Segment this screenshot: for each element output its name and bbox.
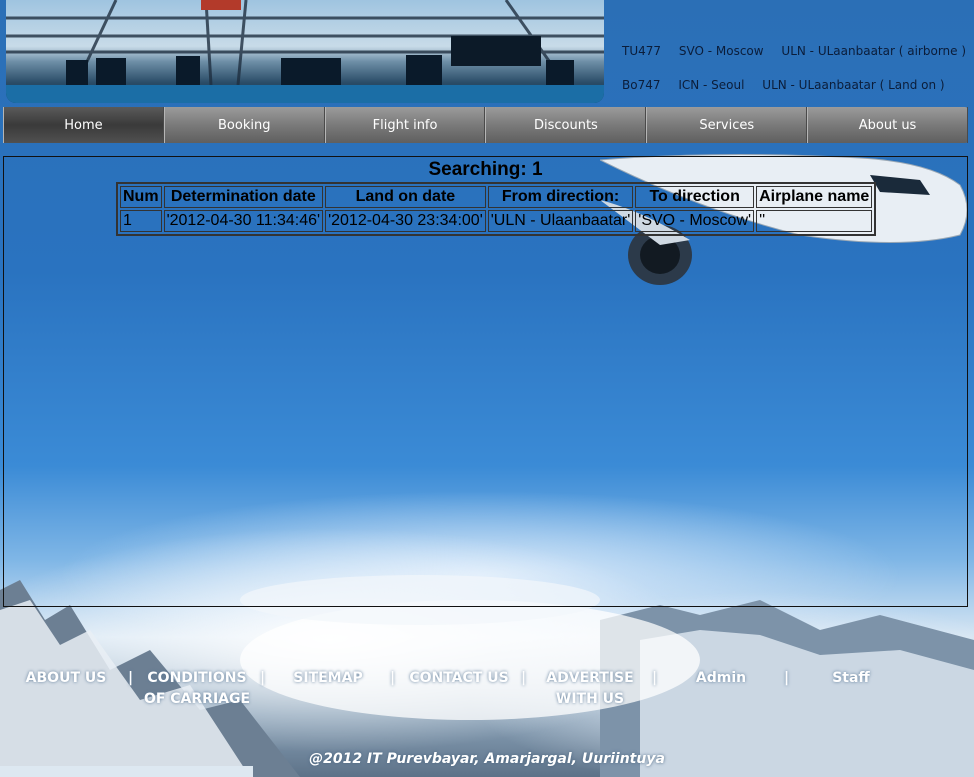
search-results-panel: Searching: 1 Num Determination date Land… [3, 156, 968, 607]
nav-booking[interactable]: Booking [163, 107, 325, 143]
column-header: Num [120, 186, 162, 208]
status-bar [0, 766, 253, 777]
footer-advertise-link[interactable]: ADVERTISE WITH US [540, 668, 640, 710]
flight-row: TU477 SVO - Moscow ULN - ULaanbaatar ( a… [622, 44, 974, 78]
column-header: Airplane name [756, 186, 873, 208]
flight-code: Bo747 [622, 78, 661, 92]
footer-separator: | [521, 670, 527, 686]
airport-photo [6, 0, 604, 103]
nav-about[interactable]: About us [807, 107, 968, 143]
footer-admin-link[interactable]: Admin [690, 668, 752, 689]
nav-discounts[interactable]: Discounts [485, 107, 647, 143]
footer-separator: | [784, 670, 790, 686]
flight-status-list: TU477 SVO - Moscow ULN - ULaanbaatar ( a… [622, 44, 974, 112]
column-header: Determination date [163, 186, 324, 208]
footer-advertise-line1: ADVERTISE [546, 670, 634, 686]
nav-services[interactable]: Services [646, 107, 808, 143]
search-title: Searching: 1 [428, 159, 543, 180]
footer-advertise-line2: WITH US [555, 691, 625, 707]
main-nav: Home Booking Flight info Discounts Servi… [3, 107, 968, 143]
footer-conditions-line1: CONDITIONS [147, 670, 247, 686]
table-row: 1 '2012-04-30 11:34:46' '2012-04-30 23:3… [120, 210, 873, 232]
footer-separator: | [260, 670, 266, 686]
nav-flight-info[interactable]: Flight info [324, 107, 486, 143]
table-cell: 'SVO - Moscow' [635, 210, 755, 232]
results-table: Num Determination date Land on date From… [116, 182, 877, 236]
footer-staff-link[interactable]: Staff [822, 668, 880, 689]
nav-home[interactable]: Home [3, 107, 164, 143]
table-cell: 'ULN - Ulaanbaatar' [487, 210, 634, 232]
footer-conditions-line2: OF CARRIAGE [143, 691, 251, 707]
footer-sitemap-link[interactable]: SITEMAP [290, 668, 366, 689]
table-header-row: Num Determination date Land on date From… [120, 186, 873, 208]
footer-conditions-link[interactable]: CONDITIONS OF CARRIAGE [142, 668, 252, 710]
table-cell: '' [756, 210, 873, 232]
footer-about-link[interactable]: ABOUT US [22, 668, 110, 689]
header-banner [6, 0, 604, 103]
copyright-text: @2012 IT Purevbayar, Amarjargal, Uuriint… [309, 751, 665, 767]
footer-separator: | [390, 670, 396, 686]
table-cell: '2012-04-30 11:34:46' [163, 210, 324, 232]
footer-contact-link[interactable]: CONTACT US [405, 668, 513, 689]
column-header: To direction [635, 186, 755, 208]
column-header: Land on date [325, 186, 486, 208]
table-cell: 1 [120, 210, 162, 232]
footer-separator: | [128, 670, 134, 686]
table-cell: '2012-04-30 23:34:00' [325, 210, 486, 232]
footer-links: ABOUT US | CONDITIONS OF CARRIAGE | SITE… [0, 668, 974, 718]
flight-status: ULN - ULaanbaatar ( Land on ) [762, 78, 945, 92]
flight-route: SVO - Moscow [678, 44, 764, 58]
footer-separator: | [652, 670, 658, 686]
flight-code: TU477 [622, 44, 662, 58]
flight-route: ICN - Seoul [678, 78, 745, 92]
flight-status: ULN - ULaanbaatar ( airborne ) [781, 44, 967, 58]
column-header: From direction: [487, 186, 634, 208]
